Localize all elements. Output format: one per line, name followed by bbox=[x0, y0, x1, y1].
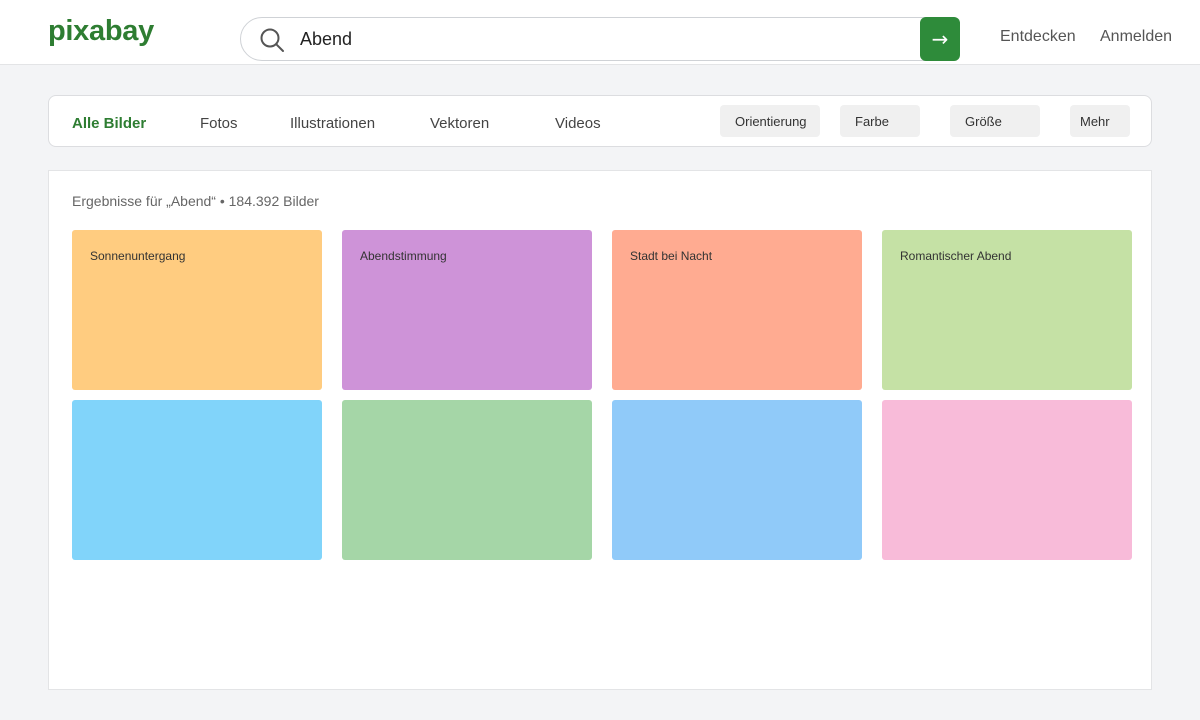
search-bar: → bbox=[240, 17, 960, 61]
filter-bar: Alle Bilder Fotos Illustrationen Vektore… bbox=[48, 95, 1152, 147]
image-tile[interactable]: Stadt bei Nacht bbox=[612, 230, 862, 390]
tab-illustrations[interactable]: Illustrationen bbox=[290, 115, 375, 132]
image-tile[interactable]: Romantischer Abend bbox=[882, 230, 1132, 390]
pixabay-logo[interactable]: pixabay bbox=[48, 15, 154, 48]
discover-link[interactable]: Entdecken bbox=[1000, 28, 1076, 46]
results-summary: Ergebnisse für „Abend“ • 184.392 Bilder bbox=[72, 193, 319, 209]
image-tile[interactable] bbox=[72, 400, 322, 560]
image-tile-label: Abendstimmung bbox=[360, 249, 447, 263]
image-tile[interactable] bbox=[612, 400, 862, 560]
more-filter-button[interactable]: Mehr bbox=[1070, 105, 1130, 137]
tab-vectors[interactable]: Vektoren bbox=[430, 115, 489, 132]
tab-all-images[interactable]: Alle Bilder bbox=[72, 115, 146, 132]
image-tile[interactable] bbox=[882, 400, 1132, 560]
search-submit-button[interactable]: → bbox=[920, 17, 960, 61]
top-navigation-bar: pixabay → Entdecken Anmelden bbox=[0, 0, 1200, 65]
results-panel: Ergebnisse für „Abend“ • 184.392 Bilder … bbox=[48, 170, 1152, 690]
login-link[interactable]: Anmelden bbox=[1100, 28, 1172, 46]
tab-videos[interactable]: Videos bbox=[555, 115, 601, 132]
size-filter-button[interactable]: Größe bbox=[950, 105, 1040, 137]
search-icon bbox=[260, 28, 284, 52]
image-tile-label: Sonnenuntergang bbox=[90, 249, 186, 263]
image-tile-label: Romantischer Abend bbox=[900, 249, 1012, 263]
image-tile[interactable]: Sonnenuntergang bbox=[72, 230, 322, 390]
image-tile[interactable] bbox=[342, 400, 592, 560]
tab-photos[interactable]: Fotos bbox=[200, 115, 238, 132]
color-filter-button[interactable]: Farbe bbox=[840, 105, 920, 137]
orientation-filter-button[interactable]: Orientierung bbox=[720, 105, 820, 137]
image-tile[interactable]: Abendstimmung bbox=[342, 230, 592, 390]
search-input[interactable] bbox=[300, 19, 900, 59]
image-tile-label: Stadt bei Nacht bbox=[630, 249, 713, 263]
